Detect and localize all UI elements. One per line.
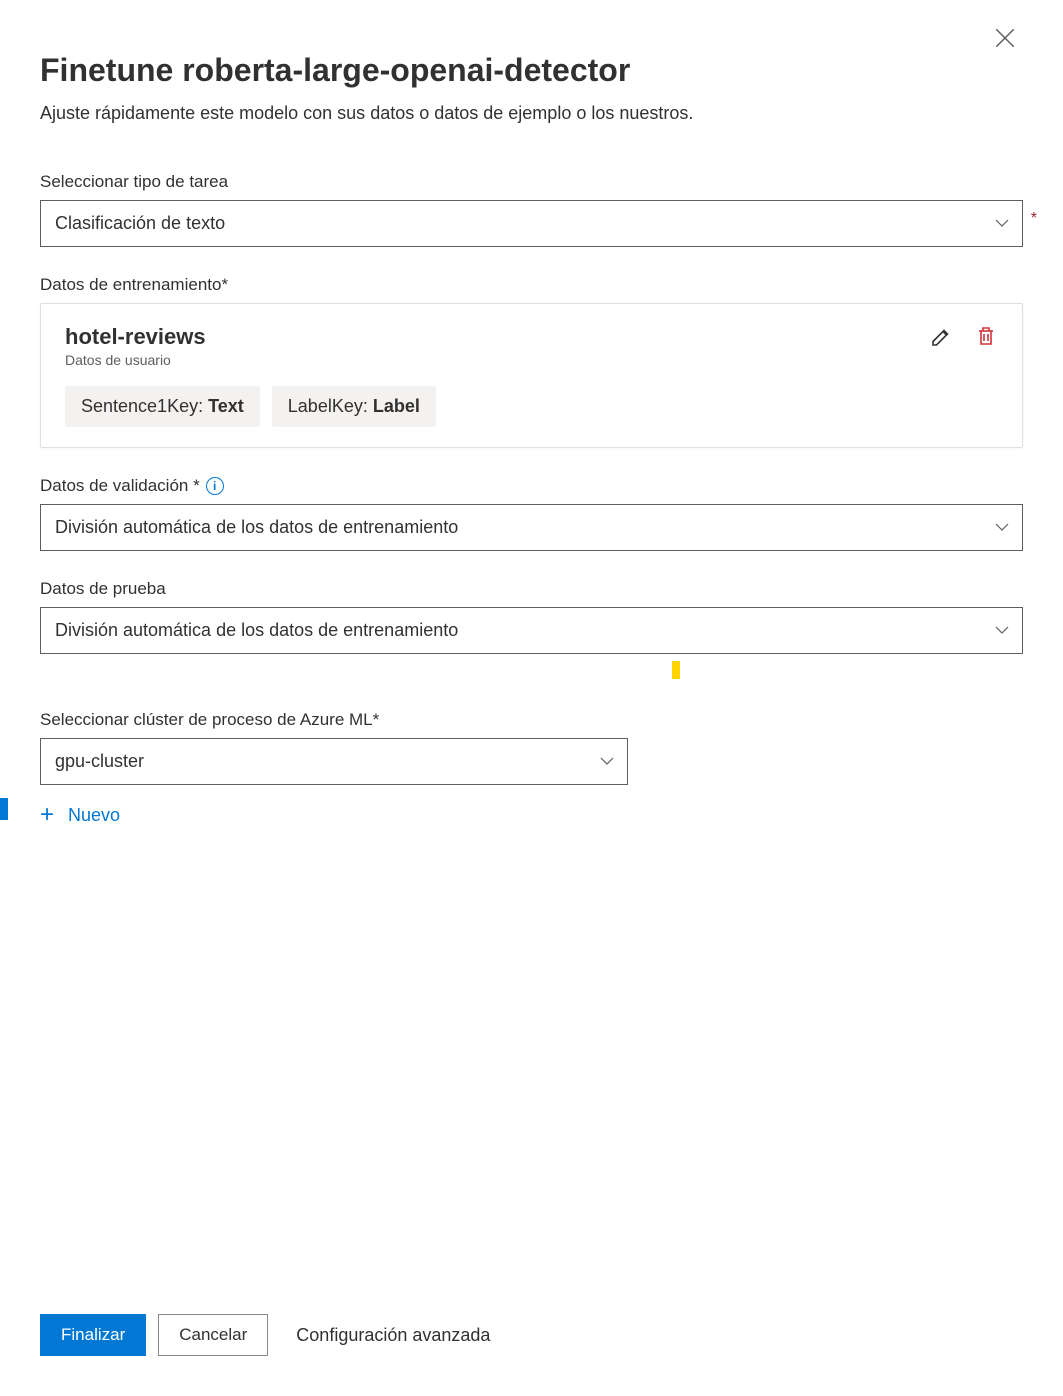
- task-type-value: Clasificación de texto: [55, 213, 225, 234]
- pencil-icon: [930, 324, 954, 348]
- validation-data-select[interactable]: División automática de los datos de entr…: [40, 504, 1023, 551]
- close-button[interactable]: [995, 28, 1015, 53]
- test-data-label: Datos de prueba: [40, 579, 1023, 599]
- delete-dataset-button[interactable]: [974, 324, 998, 348]
- training-data-label-text: Datos de entrenamiento*: [40, 275, 228, 295]
- task-type-field: Seleccionar tipo de tarea Clasificación …: [40, 172, 1023, 247]
- footer-bar: Finalizar Cancelar Configuración avanzad…: [40, 1314, 1023, 1396]
- dataset-name: hotel-reviews: [65, 324, 206, 350]
- trash-icon: [974, 324, 998, 348]
- required-indicator: *: [1031, 210, 1037, 228]
- compute-cluster-value: gpu-cluster: [55, 751, 144, 772]
- new-cluster-link[interactable]: + Nuevo: [40, 803, 120, 827]
- dataset-subtitle: Datos de usuario: [65, 352, 206, 368]
- validation-data-label-text: Datos de validación *: [40, 476, 200, 496]
- sentence-key-value: Text: [208, 396, 244, 416]
- sentence-key-pill: Sentence1Key: Text: [65, 386, 260, 427]
- task-type-select[interactable]: Clasificación de texto: [40, 200, 1023, 247]
- page-title: Finetune roberta-large-openai-detector: [40, 52, 1023, 89]
- compute-cluster-select[interactable]: gpu-cluster: [40, 738, 628, 785]
- label-key-pill: LabelKey: Label: [272, 386, 436, 427]
- plus-icon: +: [40, 803, 54, 827]
- advanced-config-link[interactable]: Configuración avanzada: [296, 1325, 490, 1346]
- training-data-label: Datos de entrenamiento*: [40, 275, 1023, 295]
- left-accent-bar: [0, 798, 8, 820]
- edit-dataset-button[interactable]: [930, 324, 954, 348]
- test-data-select[interactable]: División automática de los datos de entr…: [40, 607, 1023, 654]
- label-key-value: Label: [373, 396, 420, 416]
- test-data-value: División automática de los datos de entr…: [55, 620, 458, 641]
- compute-cluster-field: Seleccionar clúster de proceso de Azure …: [40, 710, 1023, 827]
- info-icon[interactable]: i: [206, 477, 224, 495]
- new-cluster-label: Nuevo: [68, 805, 120, 826]
- highlight-marker: [672, 661, 680, 679]
- finish-button[interactable]: Finalizar: [40, 1314, 146, 1356]
- page-subtitle: Ajuste rápidamente este modelo con sus d…: [40, 103, 1023, 124]
- sentence-key-label: Sentence1Key:: [81, 396, 208, 416]
- compute-cluster-label: Seleccionar clúster de proceso de Azure …: [40, 710, 1023, 730]
- validation-data-value: División automática de los datos de entr…: [55, 517, 458, 538]
- task-type-label: Seleccionar tipo de tarea: [40, 172, 1023, 192]
- training-data-card: hotel-reviews Datos de usuario: [40, 303, 1023, 448]
- test-data-field: Datos de prueba División automática de l…: [40, 579, 1023, 654]
- cancel-button[interactable]: Cancelar: [158, 1314, 268, 1356]
- validation-data-field: Datos de validación * i División automát…: [40, 476, 1023, 551]
- training-data-field: Datos de entrenamiento* hotel-reviews Da…: [40, 275, 1023, 448]
- finetune-panel: Finetune roberta-large-openai-detector A…: [0, 0, 1063, 1396]
- label-key-label: LabelKey:: [288, 396, 373, 416]
- test-data-label-text: Datos de prueba: [40, 579, 166, 599]
- validation-data-label: Datos de validación * i: [40, 476, 1023, 496]
- close-icon: [995, 28, 1015, 48]
